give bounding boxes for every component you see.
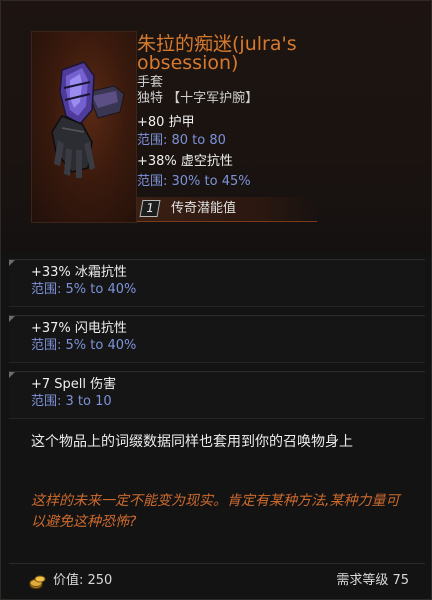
armor-stat: +80 护甲	[137, 115, 195, 130]
legendary-potential-bar: 1 传奇潜能值	[137, 197, 317, 222]
void-resistance-stat: +38% 虚空抗性	[137, 154, 233, 169]
affix-marker	[9, 260, 15, 266]
affix-range: 范围: 5% to 40%	[31, 338, 137, 353]
item-value: 价值: 250	[53, 573, 113, 588]
affix-text: +33% 冰霜抗性	[31, 265, 127, 280]
affix-row: +37% 闪电抗性 范围: 5% to 40%	[9, 315, 425, 363]
item-tooltip: 朱拉的痴迷(julra's obsession) 手套 独特 【十字军护腕】 +…	[0, 0, 432, 600]
minion-note: 这个物品上的词缀数据同样也套用到你的召唤物身上	[31, 434, 353, 450]
affix-text: +37% 闪电抗性	[31, 321, 127, 336]
tooltip-header: 朱拉的痴迷(julra's obsession) 手套 独特 【十字军护腕】 +…	[1, 1, 431, 253]
affix-range: 范围: 3 to 10	[31, 394, 112, 409]
affix-row: +7 Spell 伤害 范围: 3 to 10	[9, 371, 425, 419]
affix-text: +7 Spell 伤害	[31, 377, 117, 392]
affix-row: +33% 冰霜抗性 范围: 5% to 40%	[9, 259, 425, 307]
gold-coin-icon	[29, 575, 46, 589]
item-portrait	[31, 31, 137, 223]
level-requirement: 需求等级 75	[336, 573, 409, 588]
item-rarity: 独特 【十字军护腕】	[137, 91, 259, 106]
gauntlet-icon	[51, 61, 125, 178]
flavor-text: 这样的未来一定不能变为现实。肯定有某种方法,某种力量可以避免这种恐怖?	[31, 493, 400, 530]
tooltip-footer: 价值: 250 需求等级 75	[1, 563, 431, 599]
item-title: 朱拉的痴迷(julra's obsession)	[137, 33, 297, 74]
void-resistance-range: 范围: 30% to 45%	[137, 174, 251, 189]
armor-range: 范围: 80 to 80	[137, 133, 226, 148]
affix-marker	[9, 316, 15, 322]
affix-marker	[9, 372, 15, 378]
affix-range: 范围: 5% to 40%	[31, 282, 137, 297]
item-type: 手套	[137, 75, 164, 90]
legendary-potential-count: 1	[139, 200, 161, 217]
legendary-potential-label: 传奇潜能值	[171, 201, 237, 216]
